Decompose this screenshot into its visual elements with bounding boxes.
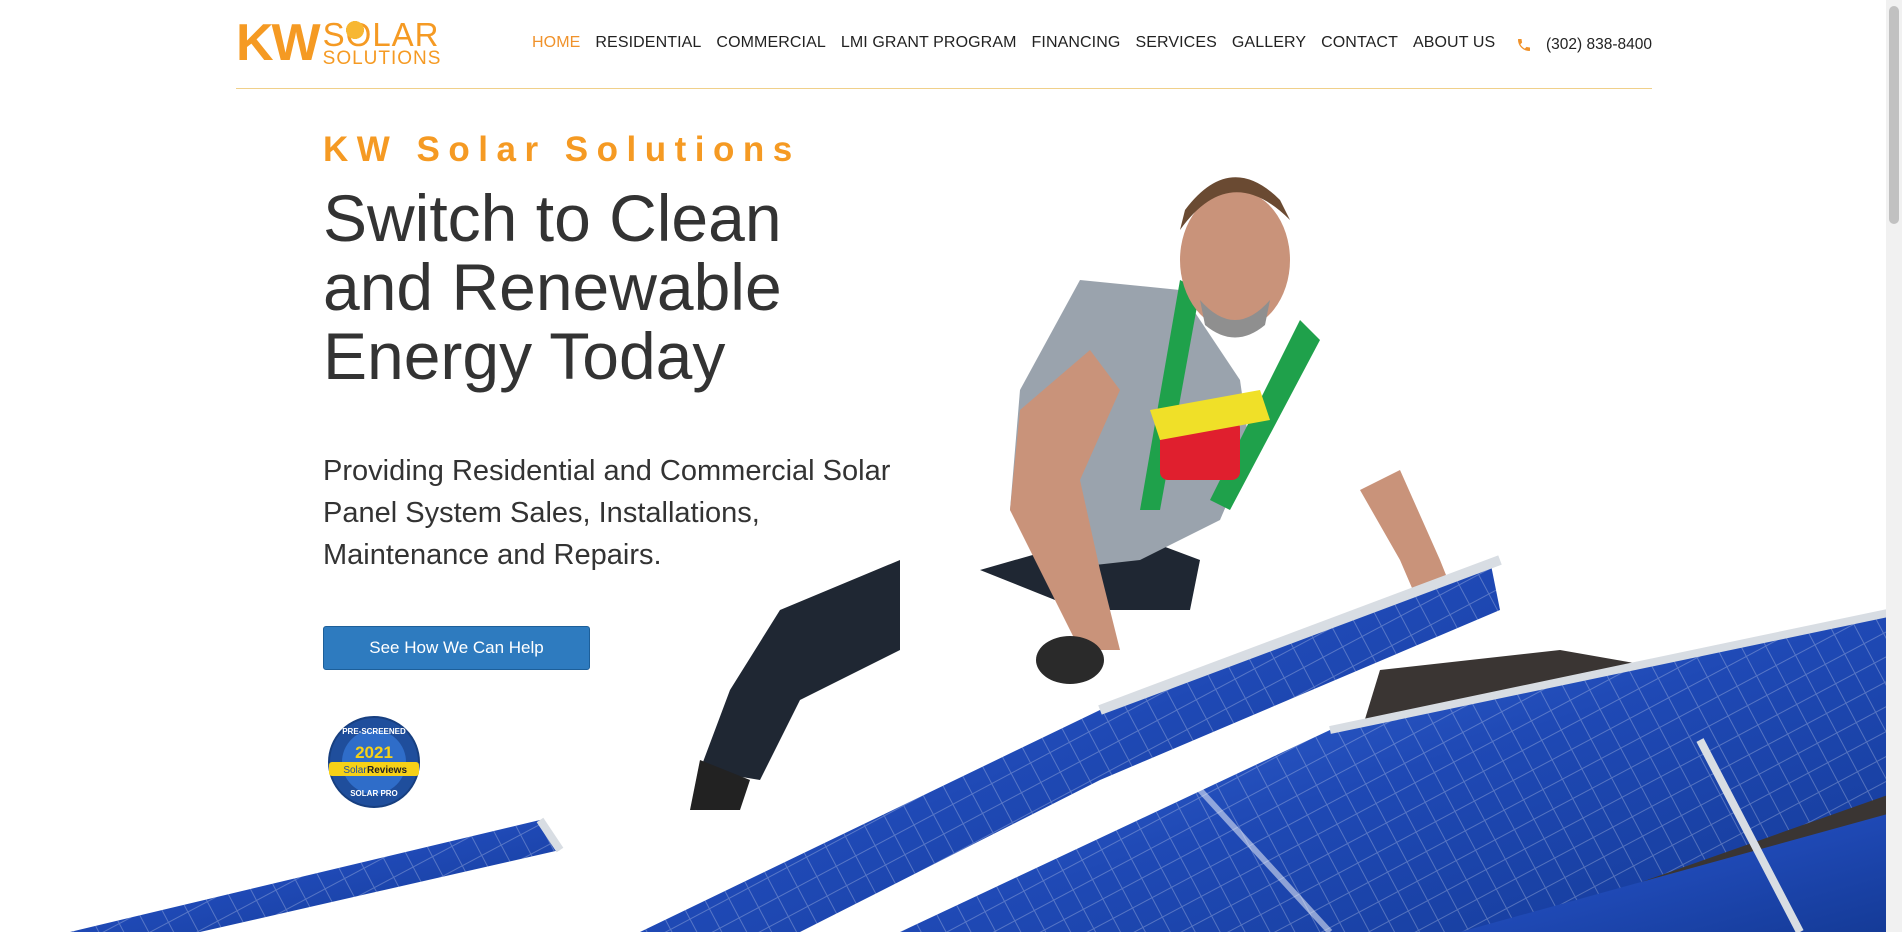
scrollbar-thumb[interactable] (1889, 6, 1899, 224)
headline-line: Energy Today (323, 319, 726, 393)
logo-kw-text: KW (236, 14, 321, 72)
headline-line: Switch to Clean (323, 181, 782, 255)
badge-bottom-text: SOLAR PRO (350, 789, 398, 798)
badge-brand-b: Reviews (367, 765, 407, 776)
nav-commercial[interactable]: COMMERCIAL (716, 34, 825, 52)
subtitle-line: Providing Residential and Commercial Sol… (323, 455, 891, 487)
subtitle-line: Maintenance and Repairs. (323, 539, 662, 571)
phone-link[interactable]: (302) 838-8400 (1516, 36, 1652, 54)
hero-eyebrow: KW Solar Solutions (323, 130, 801, 169)
nav-services[interactable]: SERVICES (1135, 34, 1216, 52)
nav-home[interactable]: HOME (532, 34, 580, 52)
hero-image (70, 177, 1902, 932)
phone-number: (302) 838-8400 (1546, 36, 1652, 53)
hero-subtitle: Providing Residential and Commercial Sol… (323, 450, 923, 576)
solar-reviews-badge[interactable]: PRE-SCREENED 2021 Solar Reviews SOLAR PR… (325, 716, 423, 808)
nav-about-us[interactable]: ABOUT US (1413, 34, 1495, 52)
nav-gallery[interactable]: GALLERY (1232, 34, 1306, 52)
main-nav: HOME RESIDENTIAL COMMERCIAL LMI GRANT PR… (532, 34, 1510, 52)
hero-headline: Switch to Clean and Renewable Energy Tod… (323, 184, 883, 391)
nav-contact[interactable]: CONTACT (1321, 34, 1398, 52)
subtitle-line: Panel System Sales, Installations, (323, 497, 760, 529)
kw-solar-logo[interactable]: KW SOLAR SOLUTIONS (236, 14, 441, 72)
page-scrollbar[interactable] (1886, 0, 1902, 932)
headline-line: and Renewable (323, 250, 782, 324)
see-how-we-can-help-button[interactable]: See How We Can Help (323, 626, 590, 670)
phone-icon (1518, 39, 1530, 51)
nav-lmi-grant-program[interactable]: LMI GRANT PROGRAM (841, 34, 1017, 52)
badge-brand-a: Solar (343, 765, 367, 776)
badge-year: 2021 (355, 743, 393, 762)
sun-icon (340, 16, 369, 44)
site-header: KW SOLAR SOLUTIONS HOME RESIDENTIAL COMM… (236, 0, 1652, 89)
logo-solar-text: SOLAR (322, 16, 440, 53)
badge-top-text: PRE-SCREENED (342, 727, 406, 736)
nav-residential[interactable]: RESIDENTIAL (595, 34, 701, 52)
nav-financing[interactable]: FINANCING (1032, 34, 1121, 52)
